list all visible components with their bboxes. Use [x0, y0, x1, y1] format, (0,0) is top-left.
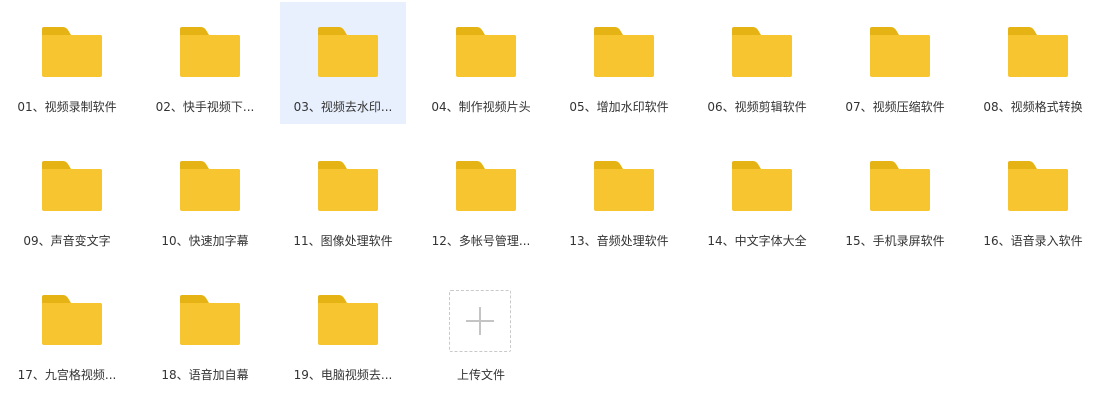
folder-icon: [42, 27, 102, 77]
folder-label: 11、图像处理软件: [293, 234, 393, 248]
folder-icon: [594, 161, 654, 211]
folder-item[interactable]: 03、视频去水印...: [280, 2, 406, 124]
folder-item[interactable]: 08、视频格式转换: [970, 2, 1096, 124]
folder-label: 13、音频处理软件: [569, 234, 669, 248]
folder-icon: [180, 27, 240, 77]
folder-item[interactable]: 01、视频录制软件: [4, 2, 130, 124]
folder-item[interactable]: 12、多帐号管理...: [418, 136, 544, 258]
folder-item[interactable]: 02、快手视频下...: [142, 2, 268, 124]
folder-label: 14、中文字体大全: [707, 234, 807, 248]
folder-item[interactable]: 13、音频处理软件: [556, 136, 682, 258]
folder-item[interactable]: 09、声音变文字: [4, 136, 130, 258]
folder-icon: [456, 161, 516, 211]
folder-item[interactable]: 04、制作视频片头: [418, 2, 544, 124]
folder-label: 17、九宫格视频...: [17, 368, 117, 382]
folder-item[interactable]: 07、视频压缩软件: [832, 2, 958, 124]
folder-label: 10、快速加字幕: [161, 234, 249, 248]
folder-item[interactable]: 18、语音加自幕: [142, 270, 268, 392]
folder-label: 09、声音变文字: [23, 234, 111, 248]
folder-icon: [180, 161, 240, 211]
upload-label: 上传文件: [456, 368, 505, 382]
folder-icon: [1008, 27, 1068, 77]
folder-icon: [1008, 161, 1068, 211]
folder-item[interactable]: 17、九宫格视频...: [4, 270, 130, 392]
folder-label: 18、语音加自幕: [161, 368, 249, 382]
folder-label: 01、视频录制软件: [17, 100, 117, 114]
folder-icon: [318, 27, 378, 77]
folder-item[interactable]: 14、中文字体大全: [694, 136, 820, 258]
folder-item[interactable]: 06、视频剪辑软件: [694, 2, 820, 124]
folder-item[interactable]: 11、图像处理软件: [280, 136, 406, 258]
folder-icon: [180, 295, 240, 345]
folder-label: 15、手机录屏软件: [845, 234, 945, 248]
folder-icon: [318, 295, 378, 345]
folder-label: 03、视频去水印...: [293, 100, 393, 114]
folder-item[interactable]: 10、快速加字幕: [142, 136, 268, 258]
folder-icon: [732, 161, 792, 211]
folder-label: 06、视频剪辑软件: [707, 100, 807, 114]
folder-label: 12、多帐号管理...: [431, 234, 531, 248]
folder-label: 16、语音录入软件: [983, 234, 1083, 248]
plus-icon: [466, 307, 494, 335]
folder-icon: [870, 161, 930, 211]
file-grid: 01、视频录制软件 02、快手视频下... 03、视频去水印... 04、制作视频片头…: [4, 2, 1096, 392]
folder-icon: [594, 27, 654, 77]
folder-icon: [318, 161, 378, 211]
folder-label: 07、视频压缩软件: [845, 100, 945, 114]
folder-item[interactable]: 05、增加水印软件: [556, 2, 682, 124]
folder-item[interactable]: 15、手机录屏软件: [832, 136, 958, 258]
folder-label: 05、增加水印软件: [569, 100, 669, 114]
folder-label: 02、快手视频下...: [155, 100, 255, 114]
folder-icon: [870, 27, 930, 77]
folder-item[interactable]: 16、语音录入软件: [970, 136, 1096, 258]
folder-label: 08、视频格式转换: [983, 100, 1083, 114]
folder-label: 04、制作视频片头: [431, 100, 531, 114]
upload-file-button[interactable]: 上传文件: [418, 270, 544, 392]
upload-box[interactable]: [449, 290, 511, 352]
folder-icon: [456, 27, 516, 77]
folder-icon: [42, 161, 102, 211]
folder-label: 19、电脑视频去...: [293, 368, 393, 382]
folder-icon: [732, 27, 792, 77]
folder-icon: [42, 295, 102, 345]
folder-item[interactable]: 19、电脑视频去...: [280, 270, 406, 392]
